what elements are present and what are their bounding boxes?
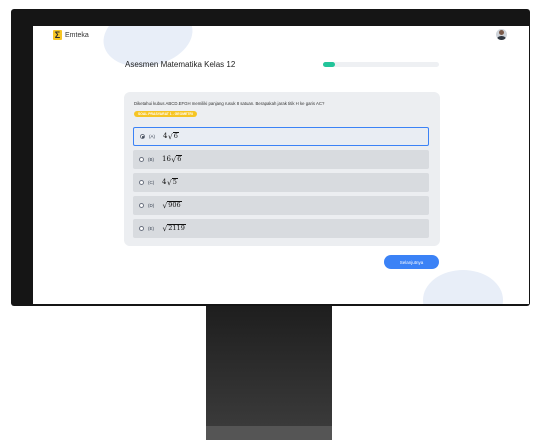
question-card: Diketahui kubus ABCD.EFGH memiliki panja… [124,92,440,246]
brand-name: Emteka [65,31,89,39]
answer-option-b[interactable]: (B) 16 √ 6 [133,150,429,169]
monitor-frame: Σ Emteka Asesmen Matematika Kelas 12 Dik… [11,9,530,306]
progress-fill [323,62,335,67]
option-value: 4 √ 5 [162,178,178,188]
user-avatar-icon[interactable] [496,29,507,40]
answer-option-c[interactable]: (C) 4 √ 5 [133,173,429,192]
radio-icon[interactable] [139,226,144,231]
option-value: 4 √ 6 [163,132,179,142]
option-letter: (A) [149,134,155,139]
option-value: 16 √ 6 [162,155,183,165]
radio-icon[interactable] [140,134,145,139]
page-title: Asesmen Matematika Kelas 12 [125,60,236,69]
decorative-blob-bottom [423,270,503,304]
answer-option-e[interactable]: (E) √ 2119 [133,219,429,238]
monitor-stand-base [206,426,332,440]
screen: Σ Emteka Asesmen Matematika Kelas 12 Dik… [33,26,529,304]
question-tag: SOAL PRASYARAT 1 - GEOMETRI [134,111,197,117]
sigma-logo-icon: Σ [53,30,62,40]
next-button[interactable]: Selanjutnya [384,255,439,269]
radio-icon[interactable] [139,180,144,185]
radio-icon[interactable] [139,157,144,162]
app-logo[interactable]: Σ Emteka [53,30,89,40]
answer-option-d[interactable]: (D) √ 906 [133,196,429,215]
progress-bar [323,62,439,67]
answer-option-a[interactable]: (A) 4 √ 6 [133,127,429,146]
option-value: √ 906 [162,201,182,211]
monitor-stand [206,306,332,426]
option-letter: (B) [148,157,154,162]
option-letter: (E) [148,226,154,231]
radio-icon[interactable] [139,203,144,208]
question-text: Diketahui kubus ABCD.EFGH memiliki panja… [134,101,325,106]
option-letter: (D) [148,203,155,208]
option-value: √ 2119 [162,224,186,234]
option-letter: (C) [148,180,155,185]
